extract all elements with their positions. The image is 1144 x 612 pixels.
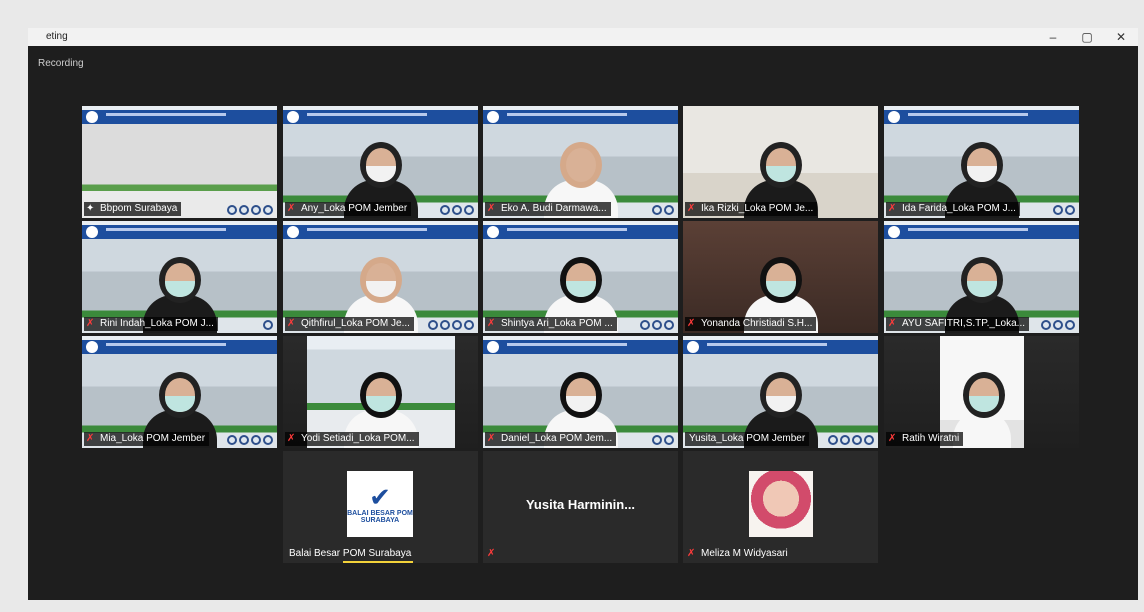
- video-tile[interactable]: ✗ Yonanda Christiadi S.H...: [683, 221, 878, 333]
- video-tile[interactable]: ✗ Ratih Wiratni: [884, 336, 1079, 448]
- participant-display-name: Yusita Harminin...: [525, 497, 636, 512]
- bpom-logo: ✔ BALAI BESAR POM SURABAYA: [347, 471, 413, 537]
- reaction-icons: [227, 205, 273, 215]
- participant-name: ✦ Bbpom Surabaya: [84, 202, 182, 216]
- video-tile[interactable]: ✗ Rini Indah_Loka POM J...: [82, 221, 277, 333]
- video-tile[interactable]: ✦ Bbpom Surabaya: [82, 106, 277, 218]
- mic-muted-icon: ✗: [888, 433, 897, 444]
- recording-indicator: Recording: [38, 58, 84, 69]
- video-tile[interactable]: ✗ Qithfirul_Loka POM Je...: [283, 221, 478, 333]
- video-tile[interactable]: ✗ Any_Loka POM Jember: [283, 106, 478, 218]
- mic-muted-icon: ✗: [687, 203, 696, 214]
- participant-name: ✗ Any_Loka POM Jember: [285, 202, 412, 216]
- video-tile[interactable]: ✗ AYU SAFITRI,S.TP._Loka...: [884, 221, 1079, 333]
- mic-muted-icon: ✗: [287, 433, 296, 444]
- maximize-button[interactable]: ▢: [1070, 28, 1104, 46]
- window-title: eting: [46, 31, 68, 42]
- speaking-indicator: [343, 561, 413, 563]
- close-button[interactable]: ✕: [1104, 28, 1138, 46]
- participant-name: ✗ Shintya Ari_Loka POM ...: [485, 317, 617, 331]
- mic-muted-icon: ✗: [487, 318, 496, 329]
- participant-name: Balai Besar POM Surabaya: [289, 548, 412, 559]
- mic-muted-icon: ✗: [687, 548, 696, 559]
- mic-muted-icon: ✗: [287, 318, 296, 329]
- profile-photo: [749, 471, 813, 537]
- participant-name: ✗ Ida Farida_Loka POM J...: [886, 202, 1020, 216]
- video-tile[interactable]: ✗ Daniel_Loka POM Jem...: [483, 336, 678, 448]
- check-logo-icon: ✔: [369, 482, 391, 512]
- mic-muted-icon: ✗: [888, 203, 897, 214]
- participant-name: Yusita_Loka POM Jember: [685, 432, 810, 446]
- participant-name: ✗ Qithfirul_Loka POM Je...: [285, 317, 414, 331]
- mic-muted-icon: ✗: [487, 203, 496, 214]
- mic-muted-icon: ✗: [86, 318, 95, 329]
- pin-icon: ✦: [86, 203, 95, 214]
- zoom-meeting-window: eting – ▢ ✕ Recording ✦ Bbpom Surabaya ✗ A…: [28, 28, 1138, 600]
- mic-muted-icon: ✗: [487, 433, 496, 444]
- video-tile[interactable]: ✗ Ida Farida_Loka POM J...: [884, 106, 1079, 218]
- video-tile[interactable]: ✗ Mia_Loka POM Jember: [82, 336, 277, 448]
- video-tile[interactable]: ✗ Yodi Setiadi_Loka POM...: [283, 336, 478, 448]
- participant-name: ✗ Eko A. Budi Darmawa...: [485, 202, 611, 216]
- video-tile[interactable]: ✗ Ika Rizki_Loka POM Je...: [683, 106, 878, 218]
- mic-muted-icon: ✗: [687, 318, 696, 329]
- video-tile[interactable]: ✗ Shintya Ari_Loka POM ...: [483, 221, 678, 333]
- mic-muted-icon: ✗: [86, 433, 95, 444]
- participant-name: ✗ Ika Rizki_Loka POM Je...: [685, 202, 818, 216]
- video-tile[interactable]: ✗ Eko A. Budi Darmawa...: [483, 106, 678, 218]
- video-tile[interactable]: Yusita_Loka POM Jember: [683, 336, 878, 448]
- mic-muted-icon: ✗: [888, 318, 897, 329]
- video-tile[interactable]: ✗ Meliza M Widyasari: [683, 451, 878, 563]
- mic-muted-icon: ✗: [487, 548, 496, 559]
- participant-name: ✗ Mia_Loka POM Jember: [84, 432, 210, 446]
- participant-name: ✗ AYU SAFITRI,S.TP._Loka...: [886, 317, 1030, 331]
- participant-name: ✗: [485, 547, 505, 561]
- title-bar: eting – ▢ ✕: [28, 28, 1138, 46]
- participant-name: ✗ Meliza M Widyasari: [687, 548, 788, 559]
- participant-name: ✗ Yonanda Christiadi S.H...: [685, 317, 817, 331]
- video-tile[interactable]: ✔ BALAI BESAR POM SURABAYA Balai Besar P…: [283, 451, 478, 563]
- participant-name: ✗ Rini Indah_Loka POM J...: [84, 317, 218, 331]
- participant-name: ✗ Daniel_Loka POM Jem...: [485, 432, 617, 446]
- participant-name: ✗ Ratih Wiratni: [886, 432, 964, 446]
- participant-name: ✗ Yodi Setiadi_Loka POM...: [285, 432, 419, 446]
- minimize-button[interactable]: –: [1036, 28, 1070, 46]
- video-tile[interactable]: Yusita Harminin... ✗: [483, 451, 678, 563]
- mic-muted-icon: ✗: [287, 203, 296, 214]
